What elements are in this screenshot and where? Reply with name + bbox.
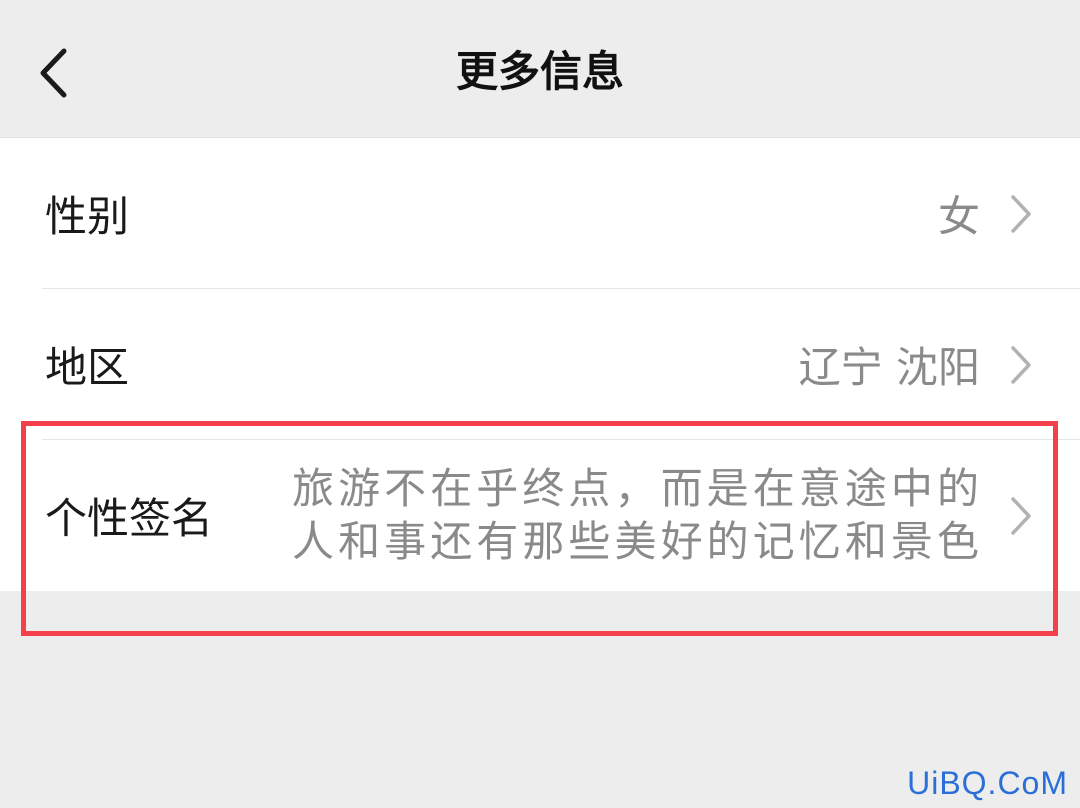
- navigation-bar: 更多信息: [0, 0, 1080, 137]
- watermark: UiBQ.CoM: [907, 765, 1068, 801]
- chevron-right-icon: [1010, 496, 1032, 536]
- signature-line-1: 旅游不在乎终点，而是在意途中的: [292, 464, 982, 513]
- region-value: 辽宁 沈阳: [798, 343, 980, 392]
- page-title: 更多信息: [455, 47, 624, 96]
- region-row[interactable]: 地区 辽宁 沈阳: [0, 289, 1080, 440]
- info-list: 性别 女 地区 辽宁 沈阳 个性签名 旅游不在乎终点，而是在意途中的 人和事还有…: [0, 137, 1080, 591]
- gender-row[interactable]: 性别 女: [0, 138, 1080, 289]
- gender-label: 性别: [45, 192, 130, 241]
- signature-value: 旅游不在乎终点，而是在意途中的 人和事还有那些美好的记忆和景色: [292, 462, 982, 568]
- gender-value: 女: [937, 192, 980, 241]
- signature-line-2: 人和事还有那些美好的记忆和景色: [292, 517, 982, 566]
- chevron-right-icon: [1010, 345, 1032, 385]
- region-label: 地区: [45, 343, 130, 392]
- chevron-right-icon: [1010, 194, 1032, 234]
- signature-row[interactable]: 个性签名 旅游不在乎终点，而是在意途中的 人和事还有那些美好的记忆和景色: [0, 440, 1080, 591]
- signature-label: 个性签名: [45, 494, 214, 543]
